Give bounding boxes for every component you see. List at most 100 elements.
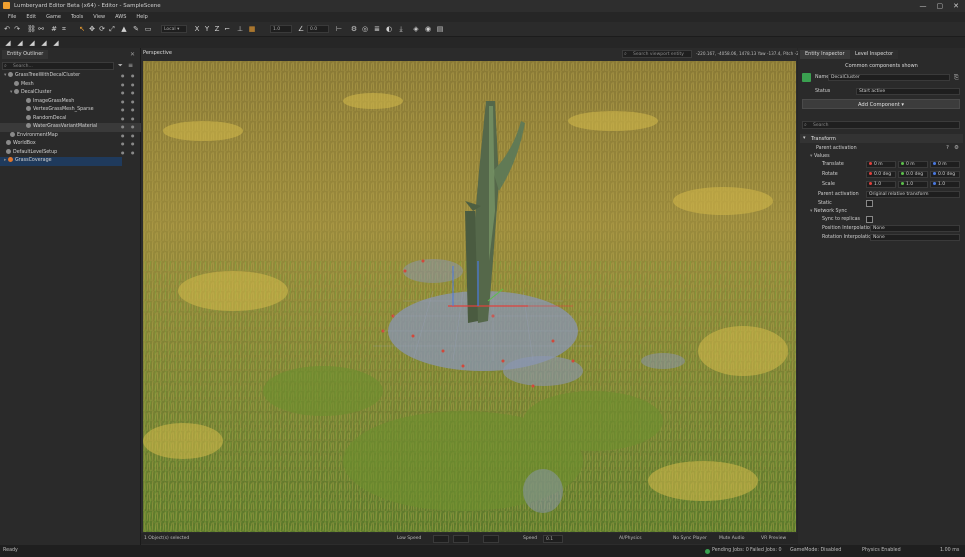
physics-icon[interactable]: ⚙ (350, 25, 358, 33)
scale-y-field[interactable]: 1.0 (898, 181, 928, 188)
visibility-icon[interactable]: ● (121, 132, 125, 141)
link-icon[interactable]: ⛓ (27, 25, 36, 33)
coordinate-system-select[interactable]: Local ▾ (161, 25, 187, 33)
sync-player-toggle[interactable]: No Sync Player (673, 533, 707, 544)
lock-icon[interactable]: ● (131, 115, 135, 124)
axis-xy-icon[interactable]: ⌐ (223, 25, 231, 33)
visibility-icon[interactable]: ● (121, 89, 125, 98)
sort-icon[interactable]: ≡ (128, 62, 133, 69)
mute-audio-toggle[interactable]: Mute Audio (719, 533, 745, 544)
lock-icon[interactable]: ● (131, 140, 135, 149)
lock-icon[interactable]: ● (131, 89, 135, 98)
terrain-lower-icon[interactable]: ◢ (16, 39, 24, 47)
list-item[interactable]: EnvironmentMap ● ● (0, 131, 150, 141)
close-button[interactable]: ✕ (953, 2, 959, 10)
axis-y-icon[interactable]: Y (203, 25, 211, 33)
camera-icon[interactable]: ▭ (144, 25, 152, 33)
viewport-tab[interactable]: Perspective (143, 50, 172, 56)
lock-icon[interactable]: ● (131, 72, 135, 81)
translate-z-field[interactable]: 0 m (930, 161, 960, 168)
asset-browser-icon[interactable]: ▤ (436, 25, 444, 33)
entity-name-field[interactable]: DecalCluster (828, 74, 950, 81)
pin-icon[interactable]: ⎘ (954, 74, 959, 82)
collapse-icon[interactable]: ▾ (803, 135, 806, 141)
minimize-button[interactable]: — (920, 2, 927, 10)
terrain-icon[interactable]: ▲ (120, 25, 128, 33)
inspector-search-input[interactable]: Search (802, 121, 960, 129)
transform-component-header[interactable]: ▾ Transform (800, 134, 963, 143)
rotate-icon[interactable]: ⟳ (98, 25, 106, 33)
terrain-paint-icon[interactable]: ◢ (52, 39, 60, 47)
tab-level-inspector[interactable]: Level Inspector (850, 50, 899, 59)
redo-icon[interactable]: ↷ (13, 25, 21, 33)
failed-jobs[interactable]: Failed Jobs: 0 (750, 545, 782, 557)
visibility-icon[interactable]: ● (121, 149, 125, 158)
speed-field[interactable]: 0.1 (543, 535, 563, 543)
pending-jobs[interactable]: Pending Jobs: 0 (712, 545, 749, 557)
lock-icon[interactable]: ● (131, 81, 135, 90)
lock-icon[interactable]: ● (131, 149, 135, 158)
lock-icon[interactable]: ● (131, 132, 135, 141)
help-icon[interactable]: ? (946, 145, 949, 151)
ai-physics-toggle[interactable]: AI/Physics (619, 533, 642, 544)
entity-outliner-tab[interactable]: Entity Outliner (2, 50, 49, 59)
translate-y-field[interactable]: 0 m (898, 161, 928, 168)
menu-file[interactable]: File (8, 14, 16, 20)
angle-snap-field[interactable]: 0.0 (307, 25, 329, 33)
material-icon[interactable]: ◉ (424, 25, 432, 33)
rotate-z-field[interactable]: 0.0 deg (930, 171, 960, 178)
lock-icon[interactable]: ● (131, 123, 135, 132)
tab-entity-inspector[interactable]: Entity Inspector (800, 50, 850, 59)
layer-icon[interactable]: ≣ (373, 25, 381, 33)
brush-icon[interactable]: ✎ (132, 25, 140, 33)
terrain-raise-icon[interactable]: ◢ (4, 39, 12, 47)
terrain-smooth-icon[interactable]: ◢ (28, 39, 36, 47)
list-item-selected[interactable]: ▸ GrassCoverage (0, 157, 122, 166)
rotation-interpolation-select[interactable]: None (870, 234, 960, 241)
menu-edit[interactable]: Edit (26, 14, 36, 20)
scale-z-field[interactable]: 1.0 (930, 181, 960, 188)
grid-toggle-icon[interactable]: # (50, 25, 58, 33)
lua-icon[interactable]: ◈ (412, 25, 420, 33)
export-icon[interactable]: ⤓ (397, 25, 405, 33)
terrain-snap-icon[interactable]: ⊥ (236, 25, 244, 33)
menu-help[interactable]: Help (136, 14, 147, 20)
position-interpolation-select[interactable]: None (870, 225, 960, 232)
mid-speed-field[interactable] (453, 535, 469, 543)
snap-icon[interactable]: ⌗ (60, 25, 68, 33)
list-item[interactable]: ▾ GrassTreeWithDecalCluster ● ● (0, 72, 144, 81)
select-icon[interactable]: ↖ (78, 25, 86, 33)
close-icon[interactable]: ✕ (130, 51, 135, 58)
ai-icon[interactable]: ◎ (361, 25, 369, 33)
maximize-button[interactable]: ▢ (937, 2, 944, 10)
visibility-icon[interactable]: ● (121, 106, 125, 115)
add-component-button[interactable]: Add Component ▾ (802, 99, 960, 109)
viewport-search-input[interactable]: Search viewport entity (622, 50, 692, 58)
ruler-icon[interactable]: ⊢ (335, 25, 343, 33)
visibility-icon[interactable]: ● (121, 72, 125, 81)
vr-preview-toggle[interactable]: VR Preview (761, 533, 786, 544)
axis-x-icon[interactable]: X (193, 25, 201, 33)
menu-aws[interactable]: AWS (115, 14, 126, 20)
terrain-flatten-icon[interactable]: ◢ (40, 39, 48, 47)
scale-x-field[interactable]: 1.0 (866, 181, 896, 188)
viewport-scene[interactable] (143, 61, 796, 532)
settings-icon[interactable]: ⚙ (954, 145, 959, 151)
low-speed-field[interactable] (433, 535, 449, 543)
lock-icon[interactable]: ● (131, 98, 135, 107)
menu-tools[interactable]: Tools (71, 14, 83, 20)
static-checkbox[interactable] (866, 200, 873, 207)
unlink-icon[interactable]: ⚯ (37, 25, 45, 33)
translate-x-field[interactable]: 0 m (866, 161, 896, 168)
menu-view[interactable]: View (93, 14, 105, 20)
undo-icon[interactable]: ↶ (3, 25, 11, 33)
status-select[interactable]: Start active (856, 88, 960, 95)
list-item[interactable]: Mesh ● ● (0, 80, 154, 90)
list-item[interactable]: WorldBox ● ● (0, 140, 146, 149)
rotate-x-field[interactable]: 0.0 deg (866, 171, 896, 178)
visibility-icon[interactable]: ● (121, 81, 125, 90)
lock-icon[interactable]: ● (131, 106, 135, 115)
scale-icon[interactable]: ⤢ (108, 25, 116, 33)
move-icon[interactable]: ✥ (88, 25, 96, 33)
profile-icon[interactable]: ◐ (385, 25, 393, 33)
